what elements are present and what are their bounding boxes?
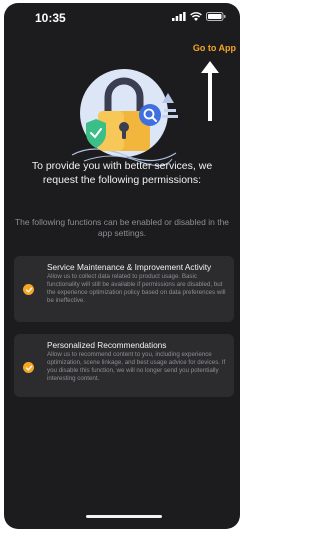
up-arrow-icon [201, 61, 219, 121]
go-to-app-link[interactable]: Go to App [193, 43, 236, 53]
phone-screen: 10:35 Go to App To provide you with bett… [4, 3, 240, 529]
home-indicator[interactable] [86, 515, 162, 518]
permission-description: Allow us to collect data related to prod… [47, 273, 226, 304]
permission-card-personalized-recommendations[interactable]: Personalized Recommendations Allow us to… [14, 334, 234, 397]
checkbox-checked-icon[interactable] [23, 362, 34, 373]
checkbox-checked-icon[interactable] [23, 284, 34, 295]
permission-description: Allow us to recommend content to you, in… [47, 351, 226, 382]
status-icons [172, 12, 226, 21]
battery-icon [206, 12, 226, 21]
permission-title: Personalized Recommendations [47, 340, 167, 350]
status-bar: 10:35 [4, 3, 240, 29]
wifi-icon [190, 12, 202, 21]
cellular-signal-icon [172, 12, 186, 21]
status-time: 10:35 [35, 11, 66, 25]
privacy-lock-illustration [71, 69, 178, 166]
permission-card-service-maintenance[interactable]: Service Maintenance & Improvement Activi… [14, 256, 234, 322]
permissions-subline: The following functions can be enabled o… [14, 217, 230, 238]
permission-title: Service Maintenance & Improvement Activi… [47, 262, 212, 272]
permissions-headline: To provide you with better services, we … [31, 160, 213, 186]
